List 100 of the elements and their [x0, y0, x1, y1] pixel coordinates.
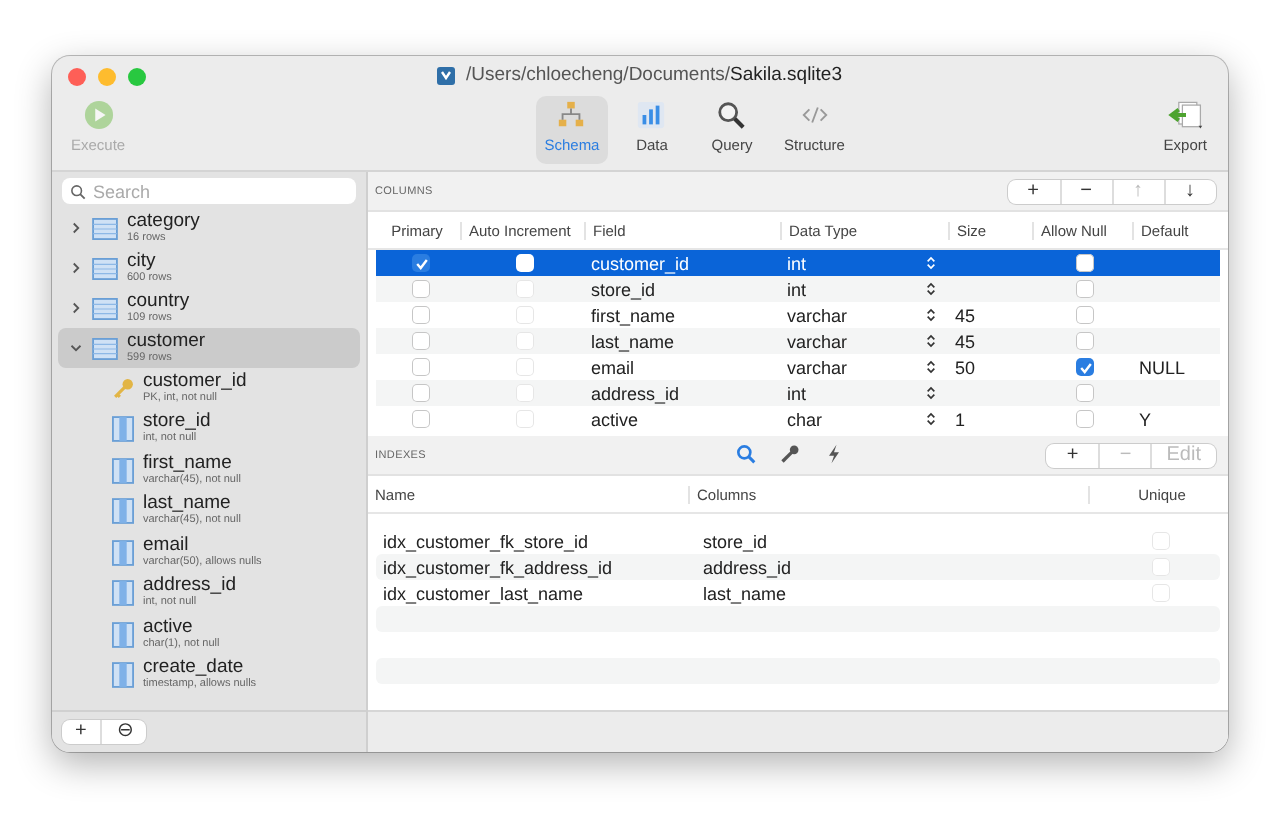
- data-type: varchar: [787, 357, 848, 377]
- table-row[interactable]: first_name varchar 45: [375, 302, 1219, 328]
- primary-checkbox[interactable]: [412, 332, 430, 350]
- default-value: NULL: [1139, 357, 1186, 377]
- index-row[interactable]: idx_customer_fk_address_id address_id: [375, 554, 1219, 580]
- index-action-button[interactable]: +: [1046, 443, 1099, 467]
- stepper-icon[interactable]: [925, 332, 935, 350]
- stepper-icon[interactable]: [925, 358, 935, 376]
- allow-null-checkbox[interactable]: [1076, 410, 1094, 428]
- index-columns: store_id: [703, 531, 768, 551]
- stepper-icon[interactable]: [925, 280, 935, 298]
- unique-checkbox[interactable]: [1152, 584, 1170, 602]
- column-name: address_id: [143, 576, 236, 597]
- field-name: address_id: [591, 383, 680, 403]
- data-type: int: [787, 253, 807, 273]
- column-action-button[interactable]: +: [1007, 179, 1059, 203]
- column-icon: [111, 662, 133, 689]
- field-name: store_id: [591, 279, 656, 299]
- auto-increment-checkbox[interactable]: [516, 384, 534, 402]
- window-title: /Users/chloecheng/Documents/Sakila.sqlite3: [466, 64, 842, 86]
- field-name: first_name: [591, 305, 676, 325]
- primary-checkbox[interactable]: [412, 254, 430, 272]
- data-type: int: [787, 383, 807, 403]
- allow-null-checkbox[interactable]: [1076, 254, 1094, 272]
- allow-null-checkbox[interactable]: [1076, 280, 1094, 298]
- column-icon: [111, 416, 133, 443]
- auto-increment-checkbox[interactable]: [516, 254, 534, 272]
- table-icon: [91, 297, 117, 319]
- column-name: customer_id: [143, 371, 247, 392]
- primary-checkbox[interactable]: [412, 358, 430, 376]
- index-row[interactable]: idx_customer_fk_store_id store_id: [375, 528, 1219, 554]
- index-row[interactable]: idx_customer_last_name last_name: [375, 580, 1219, 606]
- table-name: category: [127, 211, 200, 231]
- chevron-down-icon: [69, 342, 81, 354]
- index-name: idx_customer_fk_address_id: [383, 557, 613, 577]
- primary-checkbox[interactable]: [412, 280, 430, 298]
- auto-increment-checkbox[interactable]: [516, 410, 534, 428]
- add-button[interactable]: +: [61, 720, 101, 744]
- unique-checkbox[interactable]: [1152, 558, 1170, 576]
- column-name: last_name: [143, 494, 231, 515]
- field-name: active: [591, 409, 639, 429]
- chevron-right-icon: [69, 262, 81, 274]
- size-value: 45: [955, 305, 976, 325]
- play-icon: [83, 100, 114, 130]
- stepper-icon[interactable]: [925, 410, 935, 428]
- table-row[interactable]: address_id int: [375, 380, 1219, 406]
- auto-increment-checkbox[interactable]: [516, 358, 534, 376]
- hierarchy-icon: [556, 100, 587, 130]
- primary-checkbox[interactable]: [412, 384, 430, 402]
- column-icon: [111, 498, 133, 525]
- bolt-tab[interactable]: [823, 444, 843, 464]
- chevron-right-icon: [69, 302, 81, 314]
- unique-checkbox[interactable]: [1152, 532, 1170, 550]
- allow-null-checkbox[interactable]: [1076, 358, 1094, 376]
- data-type: varchar: [787, 305, 848, 325]
- export-icon: [1167, 100, 1204, 130]
- table-icon: [91, 337, 117, 359]
- column-action-button[interactable]: ↓: [1163, 179, 1215, 203]
- key-icon: [111, 375, 133, 402]
- table-row[interactable]: active char 1 Y: [375, 406, 1219, 432]
- column-name: create_date: [143, 658, 244, 679]
- auto-increment-checkbox[interactable]: [516, 332, 534, 350]
- field-name: customer_id: [591, 253, 690, 273]
- remove-button[interactable]: ⊖: [100, 720, 147, 744]
- column-icon: [111, 457, 133, 484]
- default-value: Y: [1139, 409, 1152, 429]
- key-tab[interactable]: [779, 444, 799, 464]
- stepper-icon[interactable]: [925, 384, 935, 402]
- table-name: city: [127, 251, 158, 271]
- table-icon: [91, 257, 117, 279]
- index-name: idx_customer_fk_store_id: [383, 531, 589, 551]
- column-name: store_id: [143, 412, 211, 433]
- search-field[interactable]: Search: [61, 178, 355, 204]
- auto-increment-checkbox[interactable]: [516, 280, 534, 298]
- field-name: last_name: [591, 331, 675, 351]
- column-name: email: [143, 535, 191, 556]
- column-action-button[interactable]: −: [1059, 179, 1111, 203]
- column-icon: [111, 580, 133, 607]
- allow-null-checkbox[interactable]: [1076, 332, 1094, 350]
- data-type: varchar: [787, 331, 848, 351]
- table-row[interactable]: store_id int: [375, 276, 1219, 302]
- primary-checkbox[interactable]: [412, 306, 430, 324]
- allow-null-checkbox[interactable]: [1076, 384, 1094, 402]
- auto-increment-checkbox[interactable]: [516, 306, 534, 324]
- column-icon: [111, 621, 133, 648]
- index-name: idx_customer_last_name: [383, 583, 584, 603]
- minimize-button[interactable]: [97, 67, 115, 85]
- data-type: char: [787, 409, 823, 429]
- search-tab[interactable]: [735, 444, 755, 464]
- zoom-button[interactable]: [127, 67, 145, 85]
- table-row[interactable]: last_name varchar 45: [375, 328, 1219, 354]
- close-button[interactable]: [67, 67, 85, 85]
- stepper-icon[interactable]: [925, 306, 935, 324]
- index-columns: address_id: [703, 557, 792, 577]
- primary-checkbox[interactable]: [412, 410, 430, 428]
- table-row[interactable]: email varchar 50 NULL: [375, 354, 1219, 380]
- table-row[interactable]: customer_id int: [375, 250, 1219, 276]
- size-value: 50: [955, 357, 976, 377]
- allow-null-checkbox[interactable]: [1076, 306, 1094, 324]
- bar-chart-icon: [636, 100, 667, 130]
